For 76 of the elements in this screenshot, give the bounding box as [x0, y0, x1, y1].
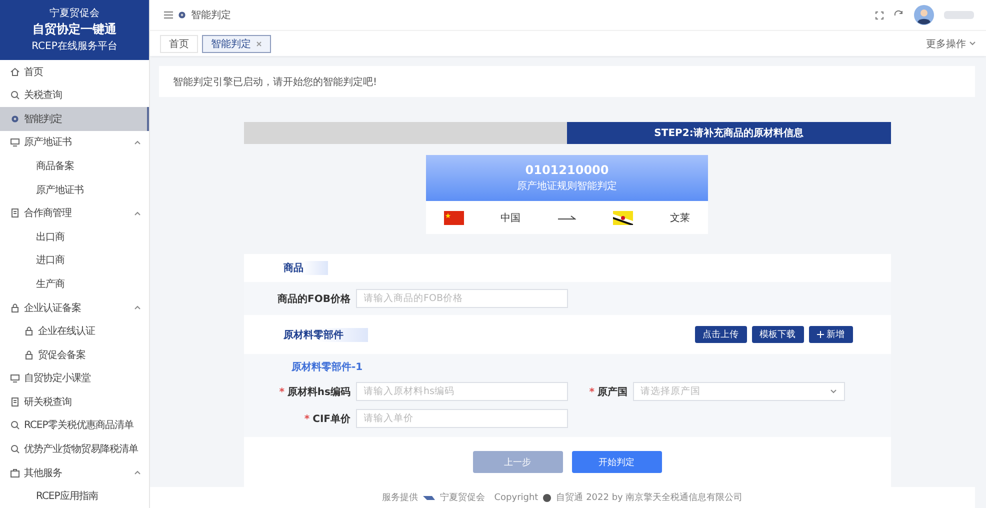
sidebar-item[interactable]: 企业在线认证 [0, 319, 149, 343]
sidebar-item[interactable]: RCEP零关税优惠商品清单 [0, 414, 149, 438]
footer-text: 服务提供 [382, 492, 418, 504]
action-button[interactable]: 模板下载 [752, 326, 804, 343]
form-button[interactable]: 开始判定 [572, 451, 662, 473]
field-label: * 原材料hs编码 [278, 386, 350, 398]
caret-icon [830, 389, 836, 394]
document-icon [10, 396, 20, 407]
sidebar-item[interactable]: 其他服务 [0, 460, 149, 484]
footer-text: 自贸通 2022 by 南京擎天全税通信息有限公司 [556, 492, 743, 504]
caret-icon [134, 470, 141, 476]
step-bar-segment: STEP2:请补充商品的原材料信息 [567, 122, 890, 144]
input-field[interactable]: 请输入原材料hs编码 [356, 382, 568, 401]
caret-icon [134, 210, 141, 216]
plus-icon [816, 331, 824, 338]
brand-subtitle: RCEP在线服务平台 [32, 40, 118, 54]
search-icon [10, 90, 20, 100]
result-caption: 原产地证规则智能判定 [517, 180, 617, 193]
sidebar-item[interactable]: 贸促会备案 [0, 342, 149, 366]
monitor-icon [10, 137, 20, 148]
hs-code: 0101210000 [525, 163, 609, 177]
part-title: 原材料零部件-1 [290, 360, 364, 374]
flag-icon [613, 210, 634, 224]
field-label: * 原产国 [588, 386, 628, 398]
field-label: * CIF单价 [303, 412, 350, 426]
field-label: 商品的FOB价格 [276, 292, 350, 306]
fullscreen-icon[interactable] [875, 10, 884, 20]
avatar-icon[interactable] [914, 5, 934, 26]
lock-icon [24, 350, 34, 360]
tab[interactable]: 首页 [160, 34, 198, 53]
notice-text: 智能判定引擎已启动，请开始您的智能判定吧! [173, 76, 378, 88]
footer-text: Copyright [494, 492, 538, 502]
lock-icon [24, 326, 34, 336]
briefcase-icon [10, 468, 20, 478]
close-icon[interactable] [256, 40, 262, 47]
sidebar-item[interactable]: RCEP应用指南 [0, 484, 149, 508]
search-icon [10, 420, 20, 430]
caret-icon [969, 41, 976, 46]
flag-icon [444, 210, 464, 224]
tab[interactable]: 智能判定 [202, 34, 271, 53]
breadcrumb: 智能判定 [191, 8, 231, 22]
home-icon [10, 66, 20, 77]
sidebar-item[interactable]: 首页 [0, 60, 149, 84]
sidebar-item[interactable]: 关税查询 [0, 84, 149, 108]
brand-org: 宁夏贸促会 [50, 6, 100, 20]
caret-icon [134, 305, 141, 310]
caret-icon [134, 140, 141, 145]
sidebar-item[interactable]: 原产地证书 [0, 178, 149, 202]
footer-text: 宁夏贸促会 [440, 492, 486, 504]
sidebar-item[interactable]: 智能判定 [0, 107, 149, 131]
search-icon [10, 444, 20, 454]
sidebar-item[interactable]: 出口商 [0, 225, 149, 249]
action-button[interactable]: 新增 [808, 326, 852, 343]
country-name: 中国 [500, 212, 521, 224]
sidebar-item[interactable]: 进口商 [0, 248, 149, 272]
sidebar-item[interactable]: 企业认证备案 [0, 296, 149, 320]
sidebar-item[interactable]: 自贸协定小课堂 [0, 366, 149, 390]
sidebar-item[interactable]: 合作商管理 [0, 201, 149, 226]
action-button[interactable]: 点击上传 [694, 326, 746, 343]
blurred-name [944, 11, 974, 20]
input-field[interactable]: 请输入商品的FOB价格 [356, 289, 568, 308]
sidebar-item[interactable]: 原产地证书 [0, 130, 149, 154]
document-icon [10, 208, 20, 218]
sidebar-item[interactable]: 优势产业货物贸易降税清单 [0, 437, 149, 461]
section-title: 商品 [284, 261, 328, 275]
menu-icon[interactable] [164, 11, 173, 20]
sidebar-item[interactable]: 研关税查询 [0, 390, 149, 414]
country-name: 文莱 [670, 212, 690, 224]
sidebar-item[interactable]: 生产商 [0, 272, 149, 296]
brand-title: 自贸协定一键通 [32, 21, 116, 38]
lock-icon [10, 302, 20, 313]
section-title: 原材料零部件 [284, 328, 368, 342]
monitor-icon [10, 373, 20, 384]
more-actions-menu[interactable]: 更多操作 [926, 36, 976, 51]
input-field[interactable]: 请输入单价 [356, 409, 568, 428]
sidebar-item[interactable]: 商品备案 [0, 154, 149, 178]
